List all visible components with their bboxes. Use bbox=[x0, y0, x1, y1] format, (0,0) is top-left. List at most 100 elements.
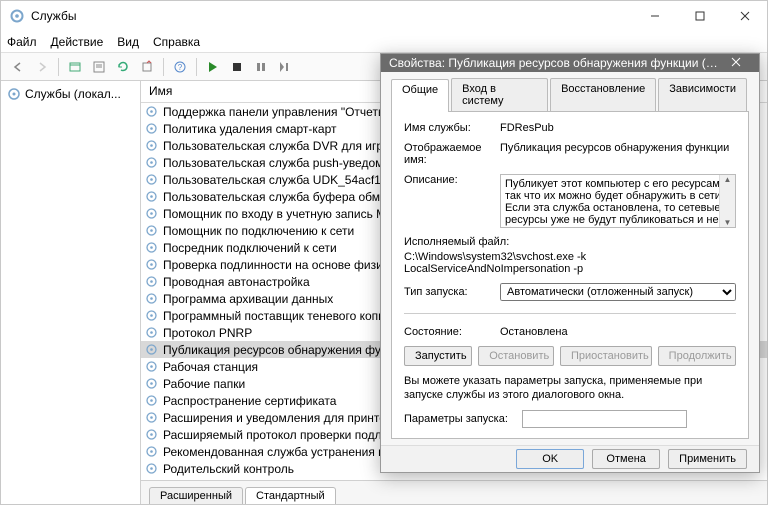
dialog-tabs: Общие Вход в систему Восстановление Зави… bbox=[391, 78, 749, 112]
service-name: Пользовательская служба UDK_54acf1a bbox=[163, 173, 388, 187]
menu-action[interactable]: Действие bbox=[51, 35, 104, 49]
description-box[interactable]: Публикует этот компьютер с его ресурсами… bbox=[500, 174, 736, 228]
maximize-button[interactable] bbox=[677, 1, 722, 31]
stop-button: Остановить bbox=[478, 346, 554, 366]
gear-icon bbox=[145, 428, 159, 442]
gear-icon bbox=[145, 394, 159, 408]
close-button[interactable] bbox=[722, 1, 767, 31]
pause-button: Приостановить bbox=[560, 346, 652, 366]
label-start-params: Параметры запуска: bbox=[404, 413, 514, 425]
help-icon[interactable]: ? bbox=[169, 56, 191, 78]
service-name: Политика удаления смарт-карт bbox=[163, 122, 337, 136]
menu-view[interactable]: Вид bbox=[117, 35, 139, 49]
service-name: Посредник подключений к сети bbox=[163, 241, 337, 255]
show-hide-button[interactable] bbox=[64, 56, 86, 78]
dialog-close-button[interactable] bbox=[721, 56, 751, 70]
value-description: Публикует этот компьютер с его ресурсами… bbox=[505, 178, 729, 228]
tree-root[interactable]: Службы (локал... bbox=[5, 85, 136, 103]
pause-service-icon[interactable] bbox=[250, 56, 272, 78]
tree-root-label: Службы (локал... bbox=[25, 87, 121, 101]
tab-dependencies[interactable]: Зависимости bbox=[658, 78, 747, 111]
service-name: Публикация ресурсов обнаружения функции bbox=[163, 343, 413, 357]
apply-button[interactable]: Применить bbox=[668, 449, 747, 469]
service-control-buttons: Запустить Остановить Приостановить Продо… bbox=[404, 346, 736, 366]
resume-button: Продолжить bbox=[658, 346, 736, 366]
label-service-name: Имя службы: bbox=[404, 122, 492, 134]
service-name: Помощник по подключению к сети bbox=[163, 224, 354, 238]
note-text: Вы можете указать параметры запуска, при… bbox=[404, 374, 736, 403]
value-display-name: Публикация ресурсов обнаружения функции bbox=[500, 142, 736, 154]
gear-icon bbox=[145, 343, 159, 357]
tab-logon[interactable]: Вход в систему bbox=[451, 78, 548, 111]
menu-help[interactable]: Справка bbox=[153, 35, 200, 49]
menubar: Файл Действие Вид Справка bbox=[1, 31, 767, 53]
gear-icon bbox=[145, 377, 159, 391]
scrollbar[interactable]: ▲▼ bbox=[719, 175, 735, 227]
value-exe-path: C:\Windows\system32\svchost.exe -k Local… bbox=[404, 251, 736, 275]
startup-type-select[interactable]: Автоматически (отложенный запуск) bbox=[500, 283, 736, 301]
gear-icon bbox=[145, 360, 159, 374]
tab-extended[interactable]: Расширенный bbox=[149, 487, 243, 504]
cancel-button[interactable]: Отмена bbox=[592, 449, 660, 469]
gear-icon bbox=[145, 122, 159, 136]
label-description: Описание: bbox=[404, 174, 492, 186]
menu-file[interactable]: Файл bbox=[7, 35, 37, 49]
label-display-name: Отображаемое имя: bbox=[404, 142, 492, 166]
window-controls bbox=[632, 1, 767, 31]
gear-icon bbox=[145, 445, 159, 459]
minimize-button[interactable] bbox=[632, 1, 677, 31]
back-button[interactable] bbox=[7, 56, 29, 78]
restart-service-icon[interactable] bbox=[274, 56, 296, 78]
gear-icon bbox=[145, 462, 159, 476]
tab-general[interactable]: Общие bbox=[391, 79, 449, 112]
ok-button[interactable]: OK bbox=[516, 449, 584, 469]
gear-icon bbox=[145, 411, 159, 425]
service-name: Рабочие папки bbox=[163, 377, 245, 391]
gear-icon bbox=[145, 224, 159, 238]
properties-dialog: Свойства: Публикация ресурсов обнаружени… bbox=[380, 53, 760, 473]
label-state: Состояние: bbox=[404, 326, 492, 338]
service-name: Проводная автонастройка bbox=[163, 275, 310, 289]
gear-icon bbox=[145, 207, 159, 221]
dialog-title: Свойства: Публикация ресурсов обнаружени… bbox=[389, 56, 721, 70]
gear-icon bbox=[145, 326, 159, 340]
gear-icon bbox=[7, 87, 21, 101]
tree-pane: Службы (локал... bbox=[1, 81, 141, 504]
gear-icon bbox=[145, 156, 159, 170]
gear-icon bbox=[145, 105, 159, 119]
gear-icon bbox=[145, 275, 159, 289]
gear-icon bbox=[145, 241, 159, 255]
properties-icon[interactable] bbox=[88, 56, 110, 78]
dialog-footer: OK Отмена Применить bbox=[381, 445, 759, 472]
app-icon bbox=[9, 8, 25, 24]
gear-icon bbox=[145, 292, 159, 306]
service-name: Родительский контроль bbox=[163, 462, 294, 476]
label-startup-type: Тип запуска: bbox=[404, 286, 492, 298]
tab-recovery[interactable]: Восстановление bbox=[550, 78, 656, 111]
stop-service-icon[interactable] bbox=[226, 56, 248, 78]
value-state: Остановлена bbox=[500, 326, 736, 338]
service-name: Расширения и уведомления для принтеров bbox=[163, 411, 406, 425]
svg-text:?: ? bbox=[178, 63, 183, 72]
service-name: Протокол PNRP bbox=[163, 326, 252, 340]
titlebar: Службы bbox=[1, 1, 767, 31]
refresh-icon[interactable] bbox=[112, 56, 134, 78]
service-name: Рабочая станция bbox=[163, 360, 258, 374]
bottom-tabs: Расширенный Стандартный bbox=[141, 480, 767, 504]
tab-standard[interactable]: Стандартный bbox=[245, 487, 336, 504]
value-service-name: FDResPub bbox=[500, 122, 736, 134]
gear-icon bbox=[145, 190, 159, 204]
start-service-icon[interactable] bbox=[202, 56, 224, 78]
gear-icon bbox=[145, 139, 159, 153]
start-button[interactable]: Запустить bbox=[404, 346, 472, 366]
gear-icon bbox=[145, 258, 159, 272]
start-params-input[interactable] bbox=[522, 410, 687, 428]
forward-button[interactable] bbox=[31, 56, 53, 78]
dialog-titlebar: Свойства: Публикация ресурсов обнаружени… bbox=[381, 54, 759, 72]
label-exe-path: Исполняемый файл: bbox=[404, 236, 736, 248]
export-icon[interactable] bbox=[136, 56, 158, 78]
gear-icon bbox=[145, 309, 159, 323]
gear-icon bbox=[145, 173, 159, 187]
service-name: Программа архивации данных bbox=[163, 292, 333, 306]
window-title: Службы bbox=[31, 9, 632, 23]
